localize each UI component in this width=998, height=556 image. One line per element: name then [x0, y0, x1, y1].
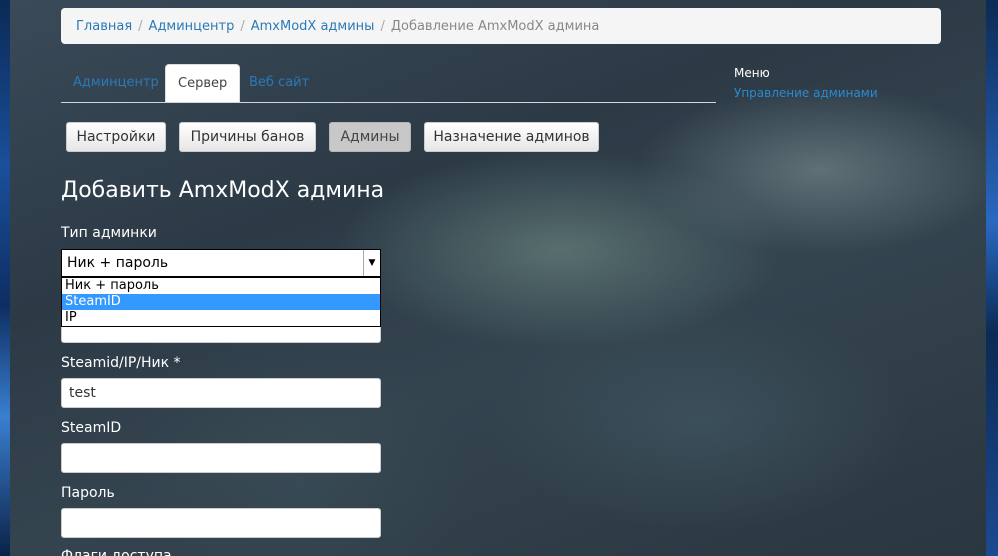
admin-type-label: Тип админки [61, 225, 157, 241]
assign-admins-button[interactable]: Назначение админов [424, 122, 599, 152]
settings-button[interactable]: Настройки [66, 122, 166, 152]
tab-admincenter[interactable]: Админцентр [61, 64, 171, 101]
steamid-ip-nick-label: Steamid/IP/Ник * [61, 355, 181, 371]
admin-type-selected-value: Ник + пароль [67, 255, 169, 271]
steamid-label: SteamID [61, 420, 122, 436]
breadcrumb-separator: / [380, 18, 385, 34]
breadcrumb-current: Добавление AmxModX админа [390, 18, 600, 34]
password-label: Пароль [61, 485, 115, 501]
tab-website[interactable]: Веб сайт [237, 64, 321, 101]
breadcrumb-separator: / [240, 18, 245, 34]
tab-server[interactable]: Сервер [165, 64, 241, 102]
admin-type-dropdown: Ник + пароль SteamID IP [61, 277, 381, 327]
breadcrumb-admincenter[interactable]: Админцентр [149, 19, 235, 34]
wallpaper-left-edge [0, 0, 10, 556]
ban-reasons-button[interactable]: Причины банов [179, 122, 316, 152]
steamid-ip-nick-input[interactable]: test [61, 378, 381, 408]
breadcrumb-separator: / [138, 18, 143, 34]
admins-button[interactable]: Админы [329, 122, 411, 152]
admin-type-option[interactable]: IP [62, 310, 380, 326]
access-flags-label: Флаги доступа [61, 548, 172, 556]
tab-bar: Админцентр Сервер Веб сайт [61, 64, 716, 103]
breadcrumb-amx-admins[interactable]: AmxModX админы [251, 19, 375, 34]
admin-type-select[interactable]: Ник + пароль ▼ [61, 249, 381, 277]
page-title: Добавить AmxModX админа [61, 178, 385, 203]
menu-title: Меню [734, 66, 770, 80]
steamid-input[interactable] [61, 443, 381, 473]
wallpaper-right-edge [986, 0, 998, 556]
admin-type-option[interactable]: SteamID [62, 294, 380, 310]
menu-link-manage-admins[interactable]: Управление админами [734, 86, 878, 100]
chevron-down-icon[interactable]: ▼ [363, 250, 380, 276]
password-input[interactable] [61, 508, 381, 538]
breadcrumb: Главная / Админцентр / AmxModX админы / … [61, 8, 941, 44]
breadcrumb-home[interactable]: Главная [76, 19, 132, 34]
admin-type-option[interactable]: Ник + пароль [62, 278, 380, 294]
